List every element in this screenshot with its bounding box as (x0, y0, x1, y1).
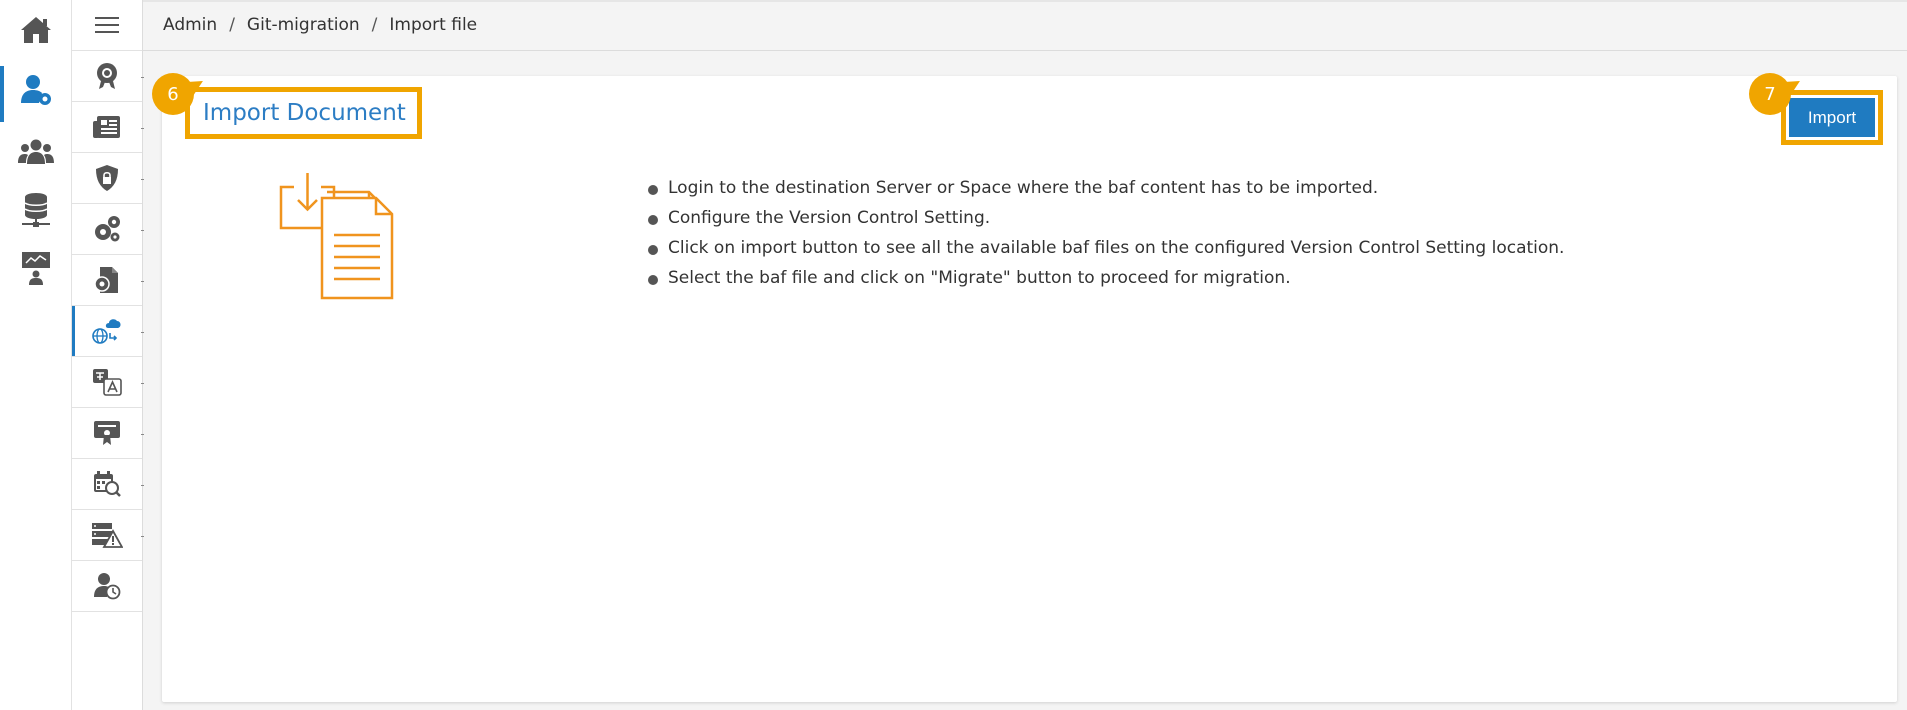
step-badge-7: 7 (1749, 73, 1791, 115)
secondary-nav (72, 0, 144, 710)
breadcrumb-import-file: Import file (389, 15, 478, 35)
breadcrumb-git-migration[interactable]: Git-migration (247, 15, 360, 35)
user-clock-icon (94, 573, 121, 600)
instruction-item: Click on import button to see all the av… (648, 235, 1564, 265)
subnav-item-4[interactable] (72, 204, 144, 255)
instruction-list: Login to the destination Server or Space… (648, 175, 1564, 295)
shield-lock-icon (96, 165, 118, 191)
breadcrumb-separator: / (229, 15, 235, 35)
globe-cloud-sync-icon (92, 319, 121, 344)
menu-toggle[interactable] (72, 0, 142, 51)
breadcrumb: Admin / Git-migration / Import file (163, 15, 477, 35)
rail-database[interactable] (0, 182, 72, 238)
page-title-highlight: Import Document (185, 87, 422, 139)
breadcrumb-separator: / (371, 15, 378, 35)
database-network-icon (22, 193, 50, 227)
translate-icon (93, 369, 122, 396)
subnav-item-3[interactable] (72, 153, 144, 204)
import-button[interactable]: Import (1789, 98, 1875, 137)
subnav-item-10[interactable] (72, 510, 144, 561)
subnav-item-git-migration[interactable] (72, 306, 144, 357)
instruction-item: Configure the Version Control Setting. (648, 205, 1564, 235)
step-badge-6: 6 (152, 73, 194, 115)
hamburger-icon (95, 17, 119, 33)
home-icon (21, 17, 51, 43)
subnav-item-8[interactable] (72, 408, 144, 459)
file-gear-icon (94, 267, 118, 293)
subnav-item-1[interactable] (72, 51, 144, 102)
subnav-item-2[interactable] (72, 102, 144, 153)
users-group-icon (18, 139, 54, 164)
document-import-illustration (279, 173, 394, 300)
rail-home[interactable] (0, 2, 72, 58)
import-button-highlight: Import (1781, 90, 1883, 145)
certificate-monitor-icon (94, 421, 120, 445)
instruction-item: Login to the destination Server or Space… (648, 175, 1564, 205)
app-root: Admin / Git-migration / Import file Impo… (0, 0, 1907, 710)
page-title: Import Document (203, 100, 406, 126)
import-card (162, 76, 1897, 702)
server-warning-icon (92, 523, 123, 548)
presentation-user-icon (22, 252, 50, 285)
news-list-icon (93, 116, 120, 138)
calendar-search-icon (94, 471, 121, 497)
award-gear-icon (97, 63, 117, 89)
breadcrumb-admin[interactable]: Admin (163, 15, 217, 35)
top-header: Admin / Git-migration / Import file (143, 0, 1907, 51)
gears-icon (95, 216, 120, 242)
rail-user-settings[interactable] (0, 62, 72, 122)
rail-presentation[interactable] (0, 240, 72, 296)
subnav-item-9[interactable] (72, 459, 144, 510)
subnav-item-7[interactable] (72, 357, 144, 408)
subnav-item-11[interactable] (72, 561, 142, 612)
primary-rail (0, 0, 72, 710)
user-settings-icon (21, 75, 51, 105)
subnav-item-5[interactable] (72, 255, 144, 306)
instruction-item: Select the baf file and click on "Migrat… (648, 265, 1564, 295)
rail-users[interactable] (0, 124, 72, 180)
